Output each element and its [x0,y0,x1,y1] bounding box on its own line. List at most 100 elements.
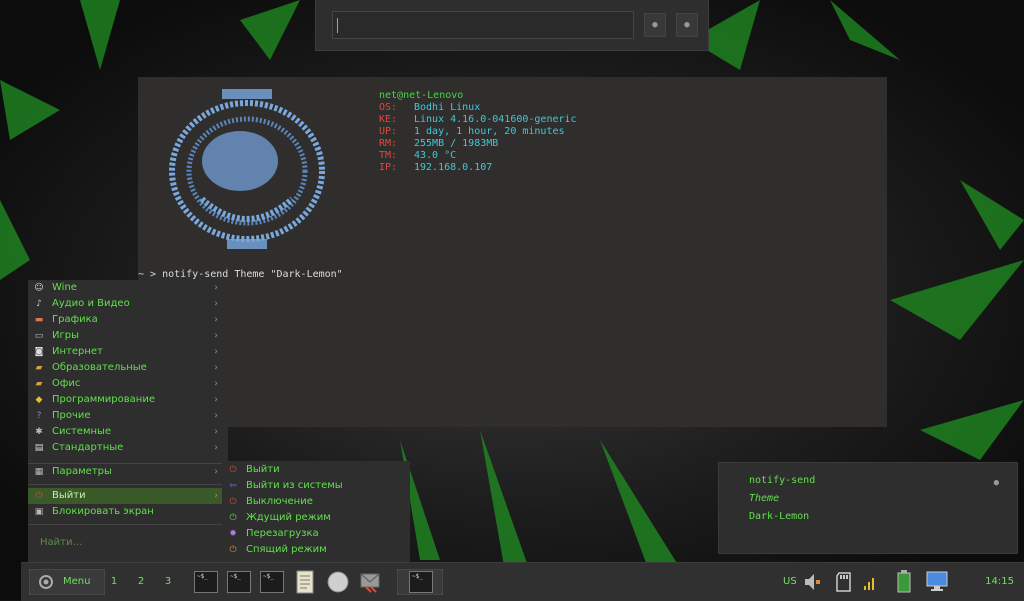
chevron-right-icon: › [214,315,218,325]
settings-icon: ▦ [34,467,44,477]
launcher-close-button[interactable]: ● [676,13,698,37]
system-info-key: TM: [379,150,398,161]
menu-category-6[interactable]: ▰ Офис › [28,376,228,392]
notification-app-name: notify-send [749,475,816,486]
system-info-key: UP: [379,126,398,137]
battery-icon[interactable] [897,569,911,593]
application-menu: ☺ Wine › ♪ Аудио и Видео › ▬ Графика › ▭ Игры › ◙ Инт… [28,280,228,562]
exit-option-4[interactable]: ✸ Перезагрузка [222,526,410,542]
taskbar-window-terminal[interactable]: ~$_ [397,569,443,595]
menu-category-2[interactable]: ▬ Графика › [28,312,228,328]
chevron-right-icon: › [214,427,218,437]
exit-option-1[interactable]: ⇦ Выйти из системы [222,478,410,494]
menu-item-label: Спящий режим [246,544,327,555]
chevron-right-icon: › [214,395,218,405]
chevron-right-icon: › [214,363,218,373]
exit-option-3[interactable]: ⏻ Ждущий режим [222,510,410,526]
notification-close-button[interactable]: ● [994,478,999,488]
menu-separator [28,484,228,485]
menu-item-label: Параметры [52,466,112,477]
system-info-key: KE: [379,114,398,125]
system-info-value: 255MB / 1983MB [414,138,499,149]
system-info-value: 1 day, 1 hour, 20 minutes [414,126,565,137]
menu-item-label: Аудио и Видео [52,298,130,309]
menu-item-label: Выйти из системы [246,480,343,491]
notification-summary: Theme [749,493,780,504]
menu-item-lock-screen[interactable]: ▣ Блокировать экран [28,504,228,520]
menu-search-input[interactable]: Найти… [34,532,222,554]
suspend-icon: ⏻ [229,513,237,523]
chevron-right-icon: › [214,347,218,357]
terminal-launcher-icon[interactable]: ~$_ [194,571,218,593]
menu-item-label: Программирование [52,394,155,405]
menu-item-label: Графика [52,314,98,325]
launcher-option-button[interactable]: ● [644,13,666,37]
menu-category-8[interactable]: ? Прочие › [28,408,228,424]
keyboard-layout-indicator[interactable]: US [783,576,797,587]
exit-option-5[interactable]: ⏻ Спящий режим [222,542,410,558]
programming-icon: ◆ [35,395,43,405]
network-signal-icon[interactable] [863,573,877,591]
display-icon[interactable] [926,570,948,592]
menu-item-exit[interactable]: ⏻ Выйти › [28,488,228,504]
gamepad-icon: ▭ [34,331,44,341]
menu-category-5[interactable]: ▰ Образовательные › [28,360,228,376]
menu-item-label: Блокировать экран [52,506,154,517]
terminal-launcher-icon[interactable]: ~$_ [227,571,251,593]
storage-icon[interactable] [834,571,854,593]
chevron-right-icon: › [214,443,218,453]
chevron-right-icon: › [214,491,218,501]
menu-category-10[interactable]: ▤ Стандартные › [28,440,228,456]
bodhi-ascii-logo [169,89,325,249]
gear-icon: ✱ [35,427,43,437]
system-info-value: 192.168.0.107 [414,162,493,173]
menu-category-3[interactable]: ▭ Игры › [28,328,228,344]
mail-icon[interactable] [359,571,381,593]
internet-icon: ◙ [34,347,44,357]
chevron-right-icon: › [214,331,218,341]
text-caret [337,18,338,33]
chevron-right-icon: › [214,299,218,309]
lock-icon: ▣ [34,507,44,517]
system-info-row: TM: 43.0 °C [379,150,577,162]
terminal-launcher-icon[interactable]: ~$_ [260,571,284,593]
help-icon: ? [36,411,42,421]
workspace-2[interactable]: 2 [130,571,152,593]
chevron-right-icon: › [214,467,218,477]
system-info-value: Linux 4.16.0-041600-generic [414,114,577,125]
terminal-window[interactable]: net@net-Lenovo OS: Bodhi Linux KE: Linux 4.… [138,77,887,427]
menu-item-label: Офис [52,378,81,389]
wine-icon: ☺ [34,283,44,293]
logout-icon: ⇦ [229,481,237,491]
menu-category-0[interactable]: ☺ Wine › [28,280,228,296]
menu-item-label: Интернет [52,346,103,357]
menu-item-settings[interactable]: ▦ Параметры › [28,464,228,480]
workspace-3[interactable]: 3 [157,571,179,593]
shutdown-icon: ⏻ [229,497,237,507]
menu-category-7[interactable]: ◆ Программирование › [28,392,228,408]
clock[interactable]: 14:15 [985,576,1014,587]
menu-category-9[interactable]: ✱ Системные › [28,424,228,440]
menu-category-1[interactable]: ♪ Аудио и Видео › [28,296,228,312]
chevron-right-icon: › [214,411,218,421]
workspace-1[interactable]: 1 [103,571,125,593]
exit-option-0[interactable]: ⏻ Выйти [222,462,410,478]
menu-item-label: Стандартные [52,442,124,453]
system-info-key: IP: [379,162,398,173]
menu-item-label: Системные [52,426,112,437]
notification-popup[interactable]: notify-send Theme Dark-Lemon ● [718,462,1018,554]
exit-option-2[interactable]: ⏻ Выключение [222,494,410,510]
text-editor-icon[interactable] [295,570,315,594]
power-icon: ⏻ [35,491,43,501]
browser-icon[interactable] [327,571,349,593]
menu-item-label: Ждущий режим [246,512,331,523]
launcher-input[interactable] [332,11,634,39]
graphics-icon: ▬ [34,315,44,325]
menu-item-label: Перезагрузка [246,528,319,539]
volume-icon[interactable] [801,571,823,593]
menu-category-4[interactable]: ◙ Интернет › [28,344,228,360]
terminal-command-line: ~ > notify-send Theme "Dark-Lemon" [138,269,343,280]
menu-item-label: Игры [52,330,79,341]
system-info-row: KE: Linux 4.16.0-041600-generic [379,114,577,126]
exit-submenu: ⏻ Выйти ⇦ Выйти из системы ⏻ Выключение ⏻ Ждущи… [222,461,410,562]
